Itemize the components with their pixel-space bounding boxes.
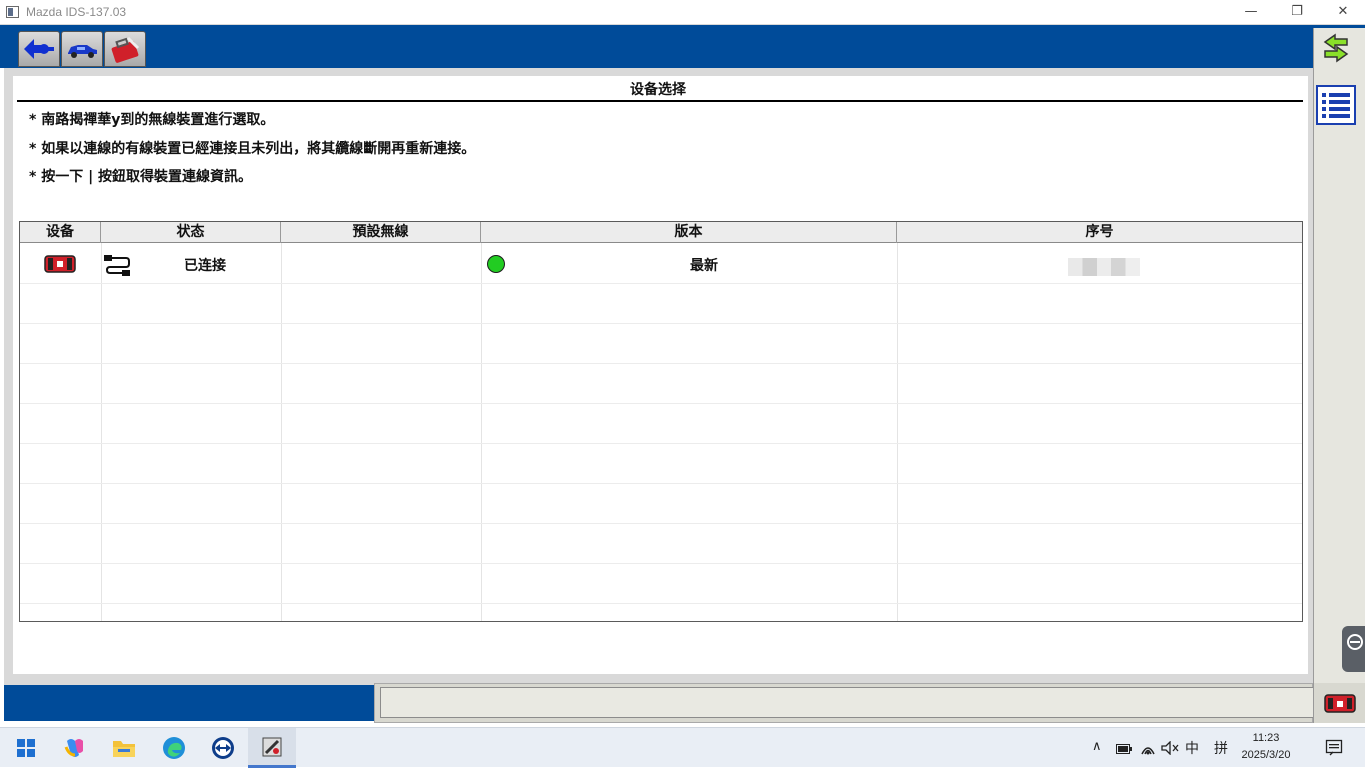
table-header: 设备 状态 預設無線 版本 序号 <box>20 222 1302 243</box>
instruction-line-2: * 如果以連線的有線裝置已經連接且未列出，將其纜線斷開再重新連接。 <box>29 141 476 157</box>
switch-arrows-icon <box>1323 33 1349 63</box>
close-button[interactable]: ✕ <box>1320 0 1365 25</box>
side-tab-handle[interactable] <box>1342 626 1365 672</box>
toolbox-button[interactable] <box>104 31 146 67</box>
switch-view-button[interactable] <box>1315 30 1357 70</box>
notification-icon[interactable] <box>1325 739 1343 757</box>
toolbox-icon <box>111 36 140 63</box>
grid-column-line <box>281 243 282 621</box>
grid-row-line <box>20 443 1302 444</box>
mazda-ids-taskbar-button[interactable] <box>248 728 296 768</box>
clock-date: 2025/3/20 <box>1241 749 1291 761</box>
list-view-button[interactable] <box>1315 84 1357 125</box>
grid-row-line <box>20 323 1302 324</box>
grid-column-line <box>481 243 482 621</box>
device-table: 设备 状态 預設無線 版本 序号 已连接 最新 <box>19 221 1303 622</box>
edge-taskbar-button[interactable] <box>150 728 198 768</box>
page-title: 设备选择 <box>630 82 686 98</box>
column-header-version[interactable]: 版本 <box>481 222 897 243</box>
file-explorer-taskbar-button[interactable] <box>100 728 148 768</box>
grid-row-line <box>20 283 1302 284</box>
connection-button[interactable] <box>18 31 60 67</box>
mazda-ids-icon <box>262 737 282 756</box>
grid-row-line <box>20 603 1302 604</box>
bottom-right-panel <box>1313 683 1365 723</box>
os-taskbar: ∧ 中 拼 <box>0 727 1365 768</box>
ime-language-indicator[interactable]: 中 <box>1185 738 1199 758</box>
restore-button[interactable]: ❐ <box>1274 0 1320 25</box>
grid-row-line <box>20 483 1302 484</box>
show-hidden-icons-chevron[interactable]: ∧ <box>1092 739 1102 754</box>
system-clock[interactable]: 11:23 2025/3/20 <box>1236 730 1296 764</box>
status-text: 已连接 <box>184 258 226 274</box>
grid-row-line <box>20 563 1302 564</box>
connection-arrow-icon <box>24 39 54 59</box>
version-text: 最新 <box>690 258 718 274</box>
battery-icon[interactable] <box>1116 743 1132 755</box>
ime-mode-indicator[interactable]: 拼 <box>1214 738 1228 758</box>
vehicle-button[interactable] <box>61 31 103 67</box>
vci-status-icon[interactable] <box>1324 693 1356 715</box>
window-titlebar: Mazda IDS-137.03 — ❐ ✕ <box>0 0 1365 25</box>
grid-row-line <box>20 523 1302 524</box>
bottom-left-bar <box>4 685 374 721</box>
teamviewer-icon <box>212 737 234 759</box>
instruction-line-3: * 按一下 | 按鈕取得裝置連線資訊。 <box>29 169 253 185</box>
clock-time: 11:23 <box>1252 732 1280 744</box>
vehicle-icon <box>68 45 97 58</box>
device-selection-panel: 设备选择 * 南路揭禪華y到的無線裝置進行選取。 * 如果以連線的有線裝置已經連… <box>13 76 1308 674</box>
right-rail-panel <box>1313 28 1365 683</box>
app-icon <box>6 6 19 18</box>
grid-column-line <box>101 243 102 621</box>
list-icon <box>1316 85 1356 125</box>
volume-muted-icon[interactable] <box>1161 741 1179 755</box>
wifi-icon[interactable] <box>1140 741 1156 755</box>
minimize-button[interactable]: — <box>1228 0 1274 25</box>
column-header-status[interactable]: 状态 <box>101 222 281 243</box>
folder-icon <box>113 741 135 757</box>
grid-row-line <box>20 403 1302 404</box>
table-row[interactable]: 已连接 最新 <box>20 244 1302 283</box>
app-toolbar <box>0 25 1313 68</box>
column-header-device[interactable]: 设备 <box>20 222 101 243</box>
teamviewer-taskbar-button[interactable] <box>199 728 247 768</box>
column-header-serial[interactable]: 序号 <box>897 222 1302 243</box>
window-title: Mazda IDS-137.03 <box>26 5 127 19</box>
remote-session-icon <box>1347 634 1363 650</box>
version-status-indicator <box>487 255 505 273</box>
vci-device-icon <box>44 255 76 273</box>
copilot-taskbar-button[interactable] <box>51 728 99 768</box>
title-divider <box>17 100 1303 102</box>
wired-connection-icon <box>104 255 130 276</box>
edge-browser-icon <box>163 737 185 759</box>
serial-number-redacted <box>1068 258 1140 276</box>
instruction-line-1: * 南路揭禪華y到的無線裝置進行選取。 <box>29 112 275 128</box>
copilot-icon <box>64 739 83 757</box>
status-message-field <box>380 687 1314 718</box>
start-button[interactable] <box>2 728 50 768</box>
grid-column-line <box>897 243 898 621</box>
windows-logo-icon <box>17 739 35 757</box>
grid-row-line <box>20 363 1302 364</box>
column-header-default-wireless[interactable]: 預設無線 <box>281 222 481 243</box>
